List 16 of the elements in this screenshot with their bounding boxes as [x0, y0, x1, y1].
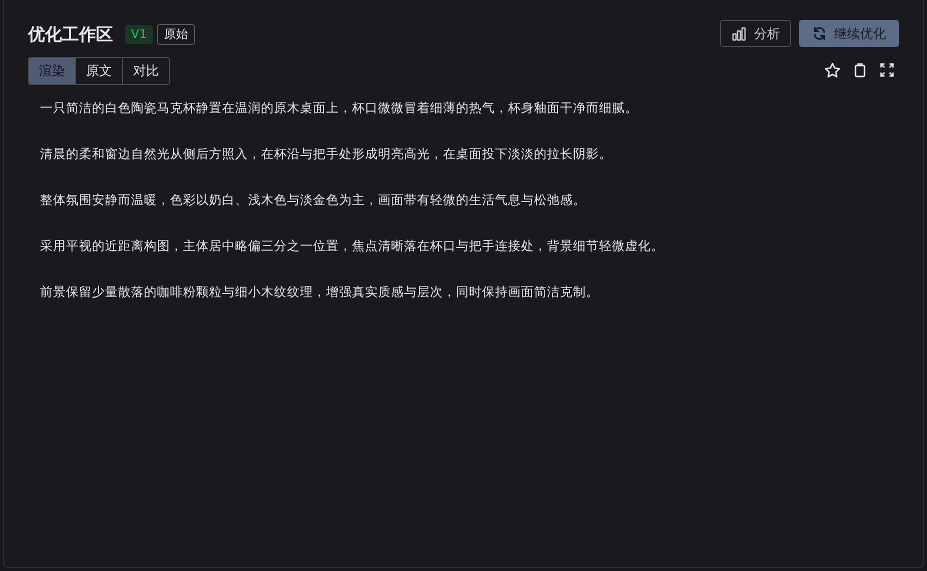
paragraph: 整体氛围安静而温暖，色彩以奶白、浅木色与淡金色为主，画面带有轻微的生活气息与松弛感。: [40, 191, 587, 209]
view-tab[interactable]: 原文: [75, 58, 122, 84]
star-icon[interactable]: [824, 62, 841, 79]
clipboard-icon[interactable]: [852, 62, 868, 78]
view-tab[interactable]: 对比: [122, 58, 169, 84]
paragraph: 采用平视的近距离构图，主体居中略偏三分之一位置，焦点清晰落在杯口与把手连接处，背景细节轻微虚化。: [40, 237, 665, 255]
expand-icon[interactable]: [879, 62, 895, 78]
refresh-icon: [812, 26, 827, 41]
paragraph: 前景保留少量散落的咖啡粉颗粒与细小木纹纹理，增强真实质感与层次，同时保持画面简洁克制。: [40, 283, 600, 301]
analyze-button[interactable]: 分析: [720, 20, 791, 47]
paragraph: 一只简洁的白色陶瓷马克杯静置在温润的原木桌面上，杯口微微冒着细薄的热气，杯身釉面干净而细腻。: [40, 99, 639, 117]
bar-chart-icon: [731, 26, 747, 42]
paragraph: 清晨的柔和窗边自然光从侧后方照入，在杯沿与把手处形成明亮高光，在桌面投下淡淡的拉长阴影。: [40, 145, 613, 163]
version-badge: V1: [125, 24, 153, 44]
tag-badge: 原始: [156, 24, 195, 44]
panel-title: 优化工作区: [28, 24, 113, 46]
